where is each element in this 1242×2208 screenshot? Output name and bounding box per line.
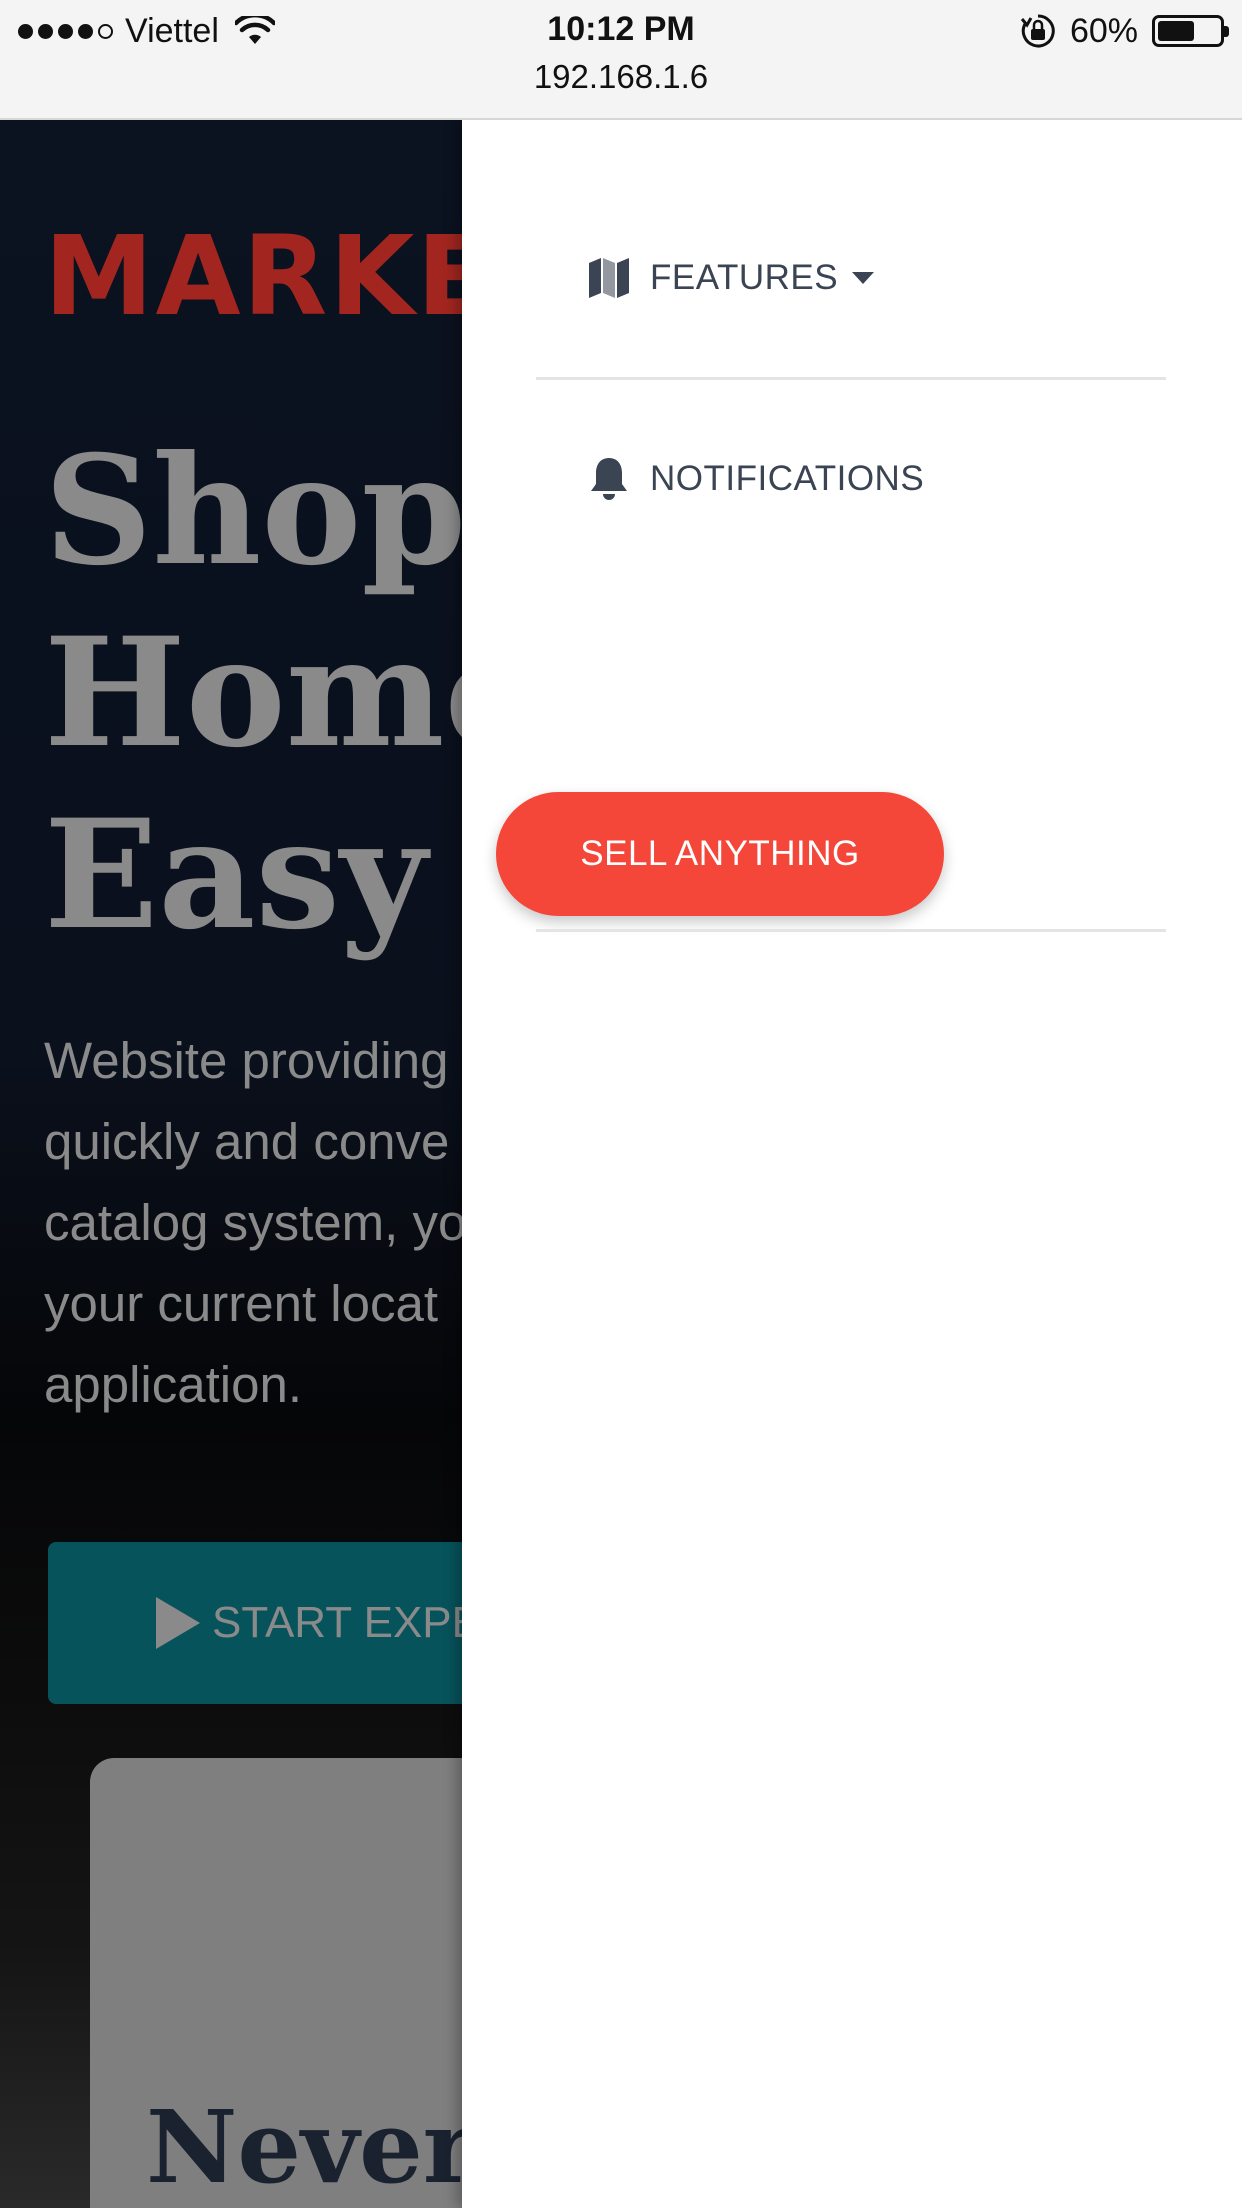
nav-drawer: FEATURES NOTIFICATIONS SELL ANYTHING xyxy=(462,120,1242,2208)
hero-description-line: application. xyxy=(44,1356,303,1413)
address-bar-url[interactable]: 192.168.1.6 xyxy=(0,58,1242,96)
menu-divider xyxy=(536,929,1166,932)
start-experience-label: START EXPER xyxy=(212,1598,462,1647)
hero-description-line: quickly and conve xyxy=(44,1113,450,1170)
map-icon xyxy=(586,255,632,301)
battery-percentage: 60% xyxy=(1069,11,1138,50)
hero-description-line: Website providing xyxy=(44,1032,449,1089)
feature-card: Never xyxy=(90,1758,462,2208)
nav-item-features[interactable]: FEATURES xyxy=(586,255,875,301)
status-bar-right: 60% xyxy=(1020,10,1229,52)
menu-divider xyxy=(536,377,1166,380)
battery-icon xyxy=(1152,15,1229,47)
hero-title-line: Shopp xyxy=(44,423,462,599)
hero-title: Shopp Home Easy xyxy=(44,420,462,966)
hero-description-line: your current locat xyxy=(44,1275,439,1332)
background-page: MARKE Shopp Home Easy Website providing … xyxy=(0,120,462,2208)
nav-item-label: FEATURES xyxy=(650,258,839,297)
bell-icon xyxy=(586,456,632,502)
play-icon xyxy=(156,1597,200,1649)
hero-description-line: catalog system, yo xyxy=(44,1194,462,1251)
sell-anything-label: SELL ANYTHING xyxy=(580,834,860,873)
status-bar: Viettel 10:12 PM 60% 192.168.1.6 xyxy=(0,0,1242,120)
nav-item-notifications[interactable]: NOTIFICATIONS xyxy=(586,456,924,502)
caret-down-icon xyxy=(852,272,875,284)
feature-card-title: Never xyxy=(146,2088,462,2206)
rotation-lock-icon xyxy=(1020,14,1055,48)
hero-title-line: Home xyxy=(44,605,462,781)
start-experience-button[interactable]: START EXPER xyxy=(48,1542,462,1704)
battery-level-fill xyxy=(1158,21,1194,41)
nav-item-label: NOTIFICATIONS xyxy=(650,459,925,498)
brand-logo[interactable]: MARKE xyxy=(44,212,462,340)
hero-title-line: Easy xyxy=(44,787,428,963)
hero-description: Website providing quickly and conve cata… xyxy=(44,1020,462,1425)
sell-anything-button[interactable]: SELL ANYTHING xyxy=(496,792,944,916)
